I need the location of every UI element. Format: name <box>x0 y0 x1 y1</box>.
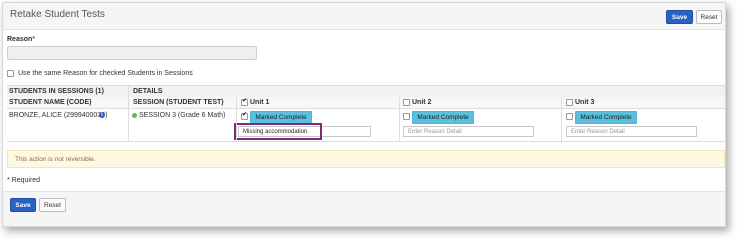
students-in-sessions-header: STUDENTS IN SESSIONS (1) <box>9 88 104 95</box>
unit-3-row-checkbox[interactable] <box>566 113 573 120</box>
column-divider <box>399 97 400 142</box>
reset-button[interactable]: Reset <box>696 10 722 24</box>
table-row: BRONZE, ALICE (2999400039) i SESSION 3 (… <box>7 109 725 142</box>
same-reason-label: Use the same Reason for checked Students… <box>18 70 193 77</box>
unit-2-row-checkbox[interactable] <box>403 113 410 120</box>
retake-dialog: Retake Student Tests Save Reset Reason * … <box>2 2 726 227</box>
required-note: * Required <box>7 177 41 184</box>
column-divider <box>128 85 129 142</box>
col-session: SESSION (STUDENT TEST) <box>133 99 224 106</box>
unit-2-status-tag: Marked Complete <box>412 111 474 124</box>
unit-3-header-checkbox[interactable] <box>566 99 573 106</box>
save-button[interactable]: Save <box>666 10 693 24</box>
unit-1-row-checkbox[interactable] <box>241 111 248 120</box>
dialog-header: Retake Student Tests Save Reset <box>3 3 725 30</box>
reason-label-text: Reason <box>7 36 33 43</box>
details-header: DETAILS <box>133 88 163 95</box>
unit-3-status-tag: Marked Complete <box>575 111 637 124</box>
session-name: SESSION 3 (Grade 6 Math) <box>139 112 226 119</box>
student-name: BRONZE, ALICE (2999400039) <box>9 112 108 119</box>
info-icon[interactable]: i <box>99 112 105 118</box>
unit-2-header-checkbox[interactable] <box>403 99 410 106</box>
unit-2-reason-detail-input[interactable]: Enter Reason Detail <box>403 126 534 137</box>
col-unit-1: Unit 1 <box>250 99 270 106</box>
column-divider <box>236 97 237 142</box>
annotation-highlight-box <box>234 123 322 140</box>
dialog-footer: Save Reset <box>3 191 725 226</box>
footer-save-button[interactable]: Save <box>10 198 36 212</box>
unit-3-reason-detail-input[interactable]: Enter Reason Detail <box>566 126 697 137</box>
col-student-name: STUDENT NAME (CODE) <box>9 99 92 106</box>
unit-1-header-checkbox[interactable] <box>241 97 248 106</box>
col-unit-2: Unit 2 <box>412 99 432 106</box>
reason-label: Reason* <box>7 36 35 43</box>
page-title: Retake Student Tests <box>10 9 105 20</box>
warning-text: This action is not reversible. <box>15 156 96 163</box>
column-divider <box>561 97 562 142</box>
same-reason-checkbox[interactable] <box>7 70 14 77</box>
footer-reset-button[interactable]: Reset <box>39 198 66 212</box>
students-table: STUDENTS IN SESSIONS (1) DETAILS STUDENT… <box>7 85 725 143</box>
warning-alert: This action is not reversible. <box>7 150 725 168</box>
session-status-dot <box>132 113 137 118</box>
required-asterisk: * <box>32 36 36 43</box>
reason-input[interactable] <box>7 46 257 60</box>
col-unit-3: Unit 3 <box>575 99 595 106</box>
table-column-header: STUDENT NAME (CODE) SESSION (STUDENT TES… <box>7 97 725 109</box>
